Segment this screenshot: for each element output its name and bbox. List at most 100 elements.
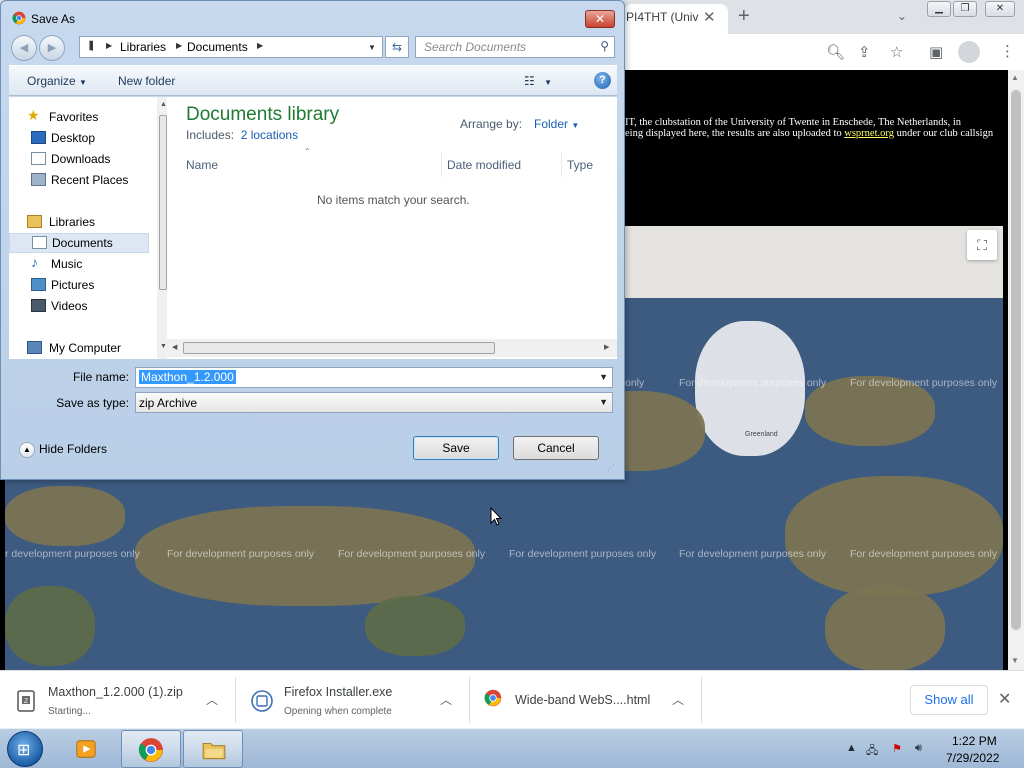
back-icon[interactable]: ◀	[11, 35, 37, 61]
download-item[interactable]: Firefox Installer.exe Opening when compl…	[236, 677, 470, 723]
documents-icon	[32, 236, 47, 249]
save-as-type-select[interactable]: zip Archive ▼	[135, 392, 613, 413]
show-all-button[interactable]: Show all	[910, 685, 988, 715]
page-text-line-2-end: under our club callsign	[893, 128, 994, 139]
view-options-icon[interactable]: ☷ ▼	[524, 74, 552, 88]
share-icon[interactable]: ⇪	[858, 43, 871, 61]
forward-icon[interactable]: ▶	[39, 35, 65, 61]
cancel-button[interactable]: Cancel	[513, 436, 599, 460]
chevron-down-icon[interactable]: ▼	[599, 397, 608, 407]
library-title: Documents library	[186, 104, 340, 125]
chevron-down-icon: ▼	[544, 78, 553, 87]
network-icon[interactable]: 🖧	[866, 742, 878, 761]
organize-label: Organize	[27, 74, 76, 88]
bookmark-star-icon[interactable]: ☆	[890, 43, 903, 61]
save-button[interactable]: Save	[413, 436, 499, 460]
refresh-icon[interactable]: ⇆	[385, 36, 409, 58]
action-center-icon[interactable]: ⚑	[892, 742, 902, 755]
chevron-up-icon[interactable]: ︿	[672, 691, 684, 708]
address-bar[interactable]: ▕▌ ▶ Libraries ▶ Documents ▶ ▼	[79, 36, 383, 58]
file-name-field[interactable]: Maxthon_1.2.000 ▼	[135, 367, 613, 388]
tab-close-icon[interactable]: ✕	[703, 8, 716, 26]
chrome-html-file-icon	[484, 689, 502, 707]
file-list-hscrollbar[interactable]: ◀ ▶	[167, 339, 617, 357]
search-icon[interactable]: ⚲	[600, 39, 609, 53]
nav-videos[interactable]: Videos	[9, 296, 149, 316]
chevron-down-icon[interactable]: ▼	[599, 372, 608, 382]
download-item[interactable]: Wide-band WebS....html ︿	[470, 677, 702, 723]
volume-icon[interactable]: 🔊︎	[915, 742, 922, 755]
chevron-up-icon[interactable]: ︿	[440, 691, 452, 708]
nav-scroll-thumb[interactable]	[159, 115, 167, 290]
organize-button[interactable]: Organize ▼	[27, 74, 87, 88]
dialog-title: Save As	[31, 12, 76, 26]
breadcrumb-chevron-icon[interactable]: ▶	[176, 41, 182, 50]
scroll-down-icon[interactable]: ▼	[160, 343, 167, 350]
restore-icon[interactable]: ❐	[953, 1, 977, 17]
nav-my-computer[interactable]: My Computer	[9, 338, 149, 358]
new-tab-icon[interactable]: +	[738, 5, 750, 28]
side-panel-icon[interactable]: ▣	[929, 43, 943, 61]
resize-grip-icon[interactable]: ⋰	[607, 463, 615, 472]
nav-favorites[interactable]: ★ Favorites	[9, 107, 149, 127]
menu-kebab-icon[interactable]: ⋮	[1000, 42, 1015, 60]
profile-avatar-icon[interactable]	[958, 41, 980, 63]
locations-link[interactable]: 2 locations	[241, 128, 298, 142]
arrange-by-value: Folder	[534, 117, 569, 131]
window-close-icon[interactable]: ✕	[985, 1, 1015, 17]
nav-libraries[interactable]: Libraries	[9, 212, 149, 232]
dialog-close-icon[interactable]: ✕	[585, 10, 615, 28]
address-dropdown-icon[interactable]: ▼	[368, 43, 376, 52]
page-scroll-thumb[interactable]	[1011, 90, 1021, 630]
breadcrumb-documents[interactable]: Documents	[187, 40, 248, 54]
breadcrumb-libraries[interactable]: Libraries	[120, 40, 166, 54]
scroll-left-icon[interactable]: ◀	[172, 343, 177, 351]
file-name-value: Maxthon_1.2.000	[139, 370, 236, 384]
hscroll-thumb[interactable]	[183, 342, 495, 354]
zoom-icon[interactable]: 🔍︎	[826, 43, 845, 61]
taskbar-explorer[interactable]	[183, 730, 243, 768]
breadcrumb-chevron-icon[interactable]: ▶	[106, 41, 112, 50]
close-download-bar-icon[interactable]: ✕	[998, 689, 1011, 709]
arrange-by-dropdown[interactable]: Folder ▼	[534, 117, 579, 131]
nav-desktop[interactable]: Desktop	[9, 128, 149, 148]
show-hidden-icons-icon[interactable]: ▲	[846, 742, 857, 754]
map-fullscreen-icon[interactable]: ⛶	[967, 230, 997, 260]
nav-music[interactable]: ♪ Music	[9, 254, 149, 274]
scroll-right-icon[interactable]: ▶	[604, 343, 609, 351]
nav-recent-places[interactable]: Recent Places	[9, 170, 149, 190]
column-header-name[interactable]: Name ⌃	[184, 147, 442, 177]
chevron-down-icon: ▼	[79, 78, 87, 87]
nav-downloads[interactable]: Downloads	[9, 149, 149, 169]
tab-search-chevron-icon[interactable]: ⌄	[897, 9, 907, 23]
minimize-icon[interactable]: ▁	[927, 1, 951, 17]
scroll-down-icon[interactable]: ▼	[1011, 656, 1019, 665]
column-header-type[interactable]: Type	[562, 153, 617, 177]
wsprnet-link[interactable]: wsprnet.org	[844, 128, 894, 139]
taskbar-chrome[interactable]	[121, 730, 181, 768]
mouse-cursor-icon	[490, 507, 502, 526]
clock-time[interactable]: 1:22 PM	[952, 734, 997, 748]
save-as-type-label: Save as type:	[56, 396, 129, 410]
nav-documents[interactable]: Documents	[9, 233, 149, 253]
column-header-date-modified[interactable]: Date modified	[442, 153, 562, 177]
hide-folders-button[interactable]: ▲ Hide Folders	[19, 442, 107, 458]
search-input[interactable]: Search Documents ⚲	[415, 36, 615, 58]
help-icon[interactable]: ?	[594, 72, 611, 89]
scroll-up-icon[interactable]: ▲	[160, 101, 167, 108]
download-item[interactable]: Z Maxthon_1.2.000 (1).zip Starting... ︿	[0, 677, 236, 723]
new-folder-button[interactable]: New folder	[118, 74, 175, 88]
scroll-up-icon[interactable]: ▲	[1011, 73, 1019, 82]
nav-label: Desktop	[51, 131, 96, 145]
zip-file-icon: Z	[17, 690, 35, 712]
nav-pictures[interactable]: Pictures	[9, 275, 149, 295]
page-scrollbar[interactable]: ▲ ▼	[1008, 70, 1024, 670]
taskbar-media-player[interactable]	[55, 730, 115, 768]
breadcrumb-chevron-icon[interactable]: ▶	[257, 41, 263, 50]
star-icon: ★	[27, 107, 40, 123]
clock-date[interactable]: 7/29/2022	[946, 751, 999, 765]
chevron-up-icon[interactable]: ︿	[206, 691, 218, 708]
start-button[interactable]: ⊞	[7, 731, 43, 767]
downloads-folder-icon	[31, 152, 46, 165]
map-watermark: For development purposes only	[850, 377, 998, 389]
